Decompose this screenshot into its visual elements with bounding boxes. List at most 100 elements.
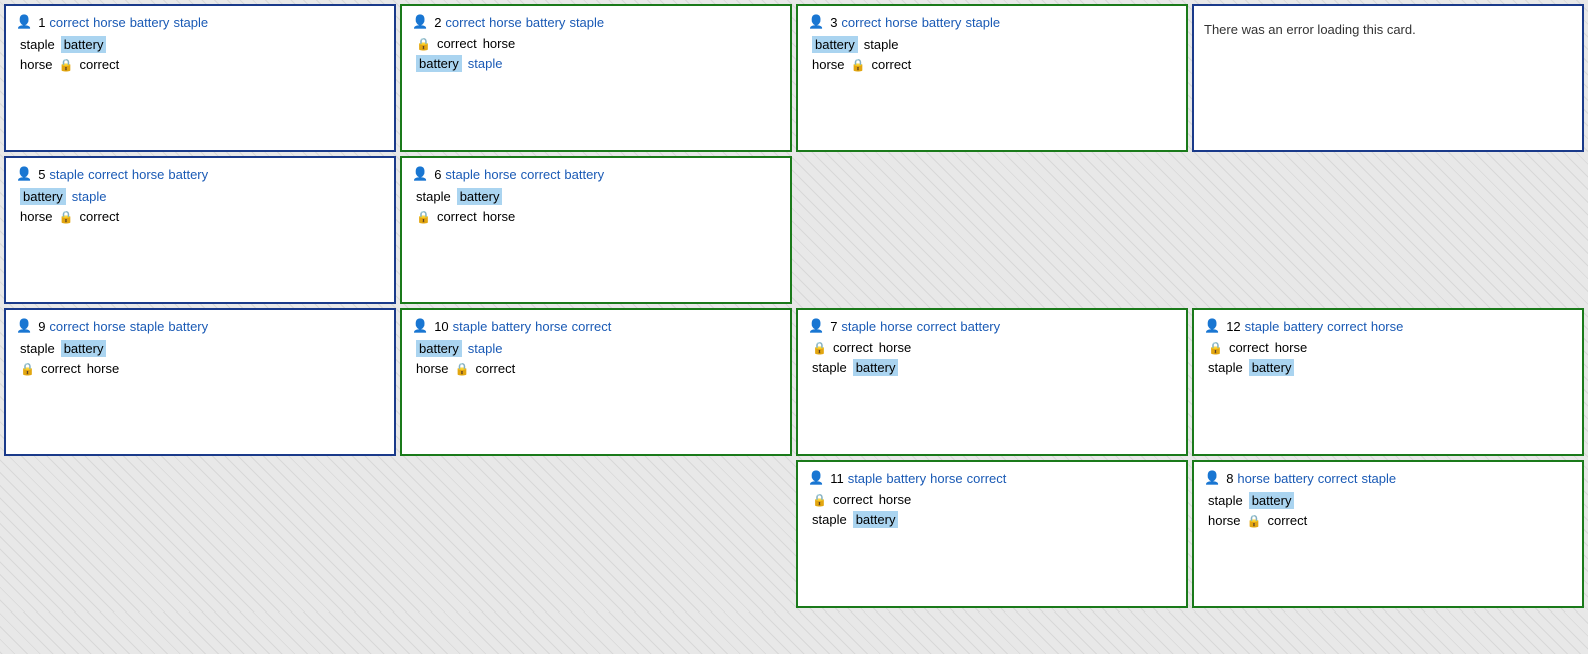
lock-icon: 🔒 bbox=[59, 58, 74, 72]
word-highlight: battery bbox=[457, 188, 503, 205]
header-word: correct bbox=[841, 15, 881, 30]
card-7[interactable]: 👤7staplehorsecorrectbattery🔒correcthorse… bbox=[796, 308, 1188, 456]
card-number: 12 bbox=[1226, 319, 1240, 334]
body-row: horse🔒correct bbox=[20, 209, 384, 224]
body-row: staple battery bbox=[1208, 359, 1572, 376]
card-2[interactable]: 👤 2 correct horse batterystaple 🔒correcthorse… bbox=[400, 4, 792, 152]
card-grid: 👤1correcthorsebatterystaplestaplebattery… bbox=[4, 4, 1584, 608]
word-highlight: battery bbox=[1249, 359, 1295, 376]
card-number: 2 bbox=[434, 15, 441, 30]
lock-icon: 🔒 bbox=[812, 341, 827, 355]
person-icon: 👤 bbox=[412, 166, 428, 182]
person-icon: 👤 bbox=[808, 470, 824, 486]
card-1[interactable]: 👤1correcthorsebatterystaplestaplebattery… bbox=[4, 4, 396, 152]
word-plain: staple bbox=[1208, 360, 1243, 375]
word-plain: horse bbox=[20, 209, 53, 224]
body-row: staplebattery bbox=[416, 188, 780, 205]
card-12[interactable]: 👤12staplebatterycorrecthorse🔒correcthors… bbox=[1192, 308, 1584, 456]
card-number: 1 bbox=[38, 15, 45, 30]
lock-icon: 🔒 bbox=[1247, 514, 1262, 528]
card-body: staplebattery🔒correcthorse bbox=[16, 340, 384, 376]
header-word: horse bbox=[1371, 319, 1404, 334]
error-text: There was an error loading this card. bbox=[1204, 14, 1572, 45]
card-3[interactable]: 👤3correcthorsebatterystaplebatterystaple… bbox=[796, 4, 1188, 152]
card-6[interactable]: 👤6staplehorsecorrectbatterystaplebattery… bbox=[400, 156, 792, 304]
header-word: horse bbox=[535, 319, 568, 334]
body-row: 🔒correcthorse bbox=[416, 36, 780, 51]
lock-icon: 🔒 bbox=[455, 362, 470, 376]
card-error[interactable]: There was an error loading this card. bbox=[1192, 4, 1584, 152]
word-plain: correct bbox=[1267, 513, 1307, 528]
card-header: 👤1correcthorsebatterystaple bbox=[16, 14, 384, 30]
header-word: horse bbox=[885, 15, 918, 30]
word-plain: correct bbox=[437, 36, 477, 51]
body-row: staplebattery bbox=[812, 359, 1176, 376]
body-row: 🔒correcthorse bbox=[1208, 340, 1572, 355]
lock-icon: 🔒 bbox=[812, 493, 827, 507]
card-header: 👤8horsebatterycorrectstaple bbox=[1204, 470, 1572, 486]
card-9[interactable]: 👤9correcthorsestaplebatterystaplebattery… bbox=[4, 308, 396, 456]
body-row: staplebattery bbox=[20, 340, 384, 357]
header-word: staple bbox=[130, 319, 165, 334]
word-plain: horse bbox=[20, 57, 53, 72]
word-plain: horse bbox=[483, 209, 516, 224]
card-header: 👤2correcthorsebatterystaple bbox=[412, 14, 780, 30]
header-word: horse bbox=[93, 319, 126, 334]
person-icon: 👤 bbox=[16, 318, 32, 334]
card-number: 7 bbox=[830, 319, 837, 334]
card-number: 8 bbox=[1226, 471, 1233, 486]
header-word: correct bbox=[967, 471, 1007, 486]
header-word: correct bbox=[88, 167, 128, 182]
empty-placeholder bbox=[796, 156, 1188, 304]
header-word: staple bbox=[453, 319, 488, 334]
word-plain: correct bbox=[79, 57, 119, 72]
card-11[interactable]: 👤11staplebatteryhorsecorrect🔒correcthors… bbox=[796, 460, 1188, 608]
lock-icon: 🔒 bbox=[1208, 341, 1223, 355]
lock-icon: 🔒 bbox=[851, 58, 866, 72]
header-word: horse bbox=[1237, 471, 1270, 486]
word-highlight: battery bbox=[812, 36, 858, 53]
lock-icon: 🔒 bbox=[20, 362, 35, 376]
body-row: staplebattery bbox=[1208, 492, 1572, 509]
body-row: staplebattery bbox=[812, 511, 1176, 528]
header-word: horse bbox=[930, 471, 963, 486]
header-word: battery bbox=[564, 167, 604, 182]
word-plain: horse bbox=[416, 361, 449, 376]
card-body: batterystaplehorse🔒correct bbox=[808, 36, 1176, 72]
card-header: 👤7staplehorsecorrectbattery bbox=[808, 318, 1176, 334]
word-plain: correct bbox=[437, 209, 477, 224]
header-word: staple bbox=[569, 15, 604, 30]
word-plain: horse bbox=[879, 340, 912, 355]
header-word: staple bbox=[1245, 319, 1280, 334]
header-word: horse bbox=[489, 15, 522, 30]
header-word: horse bbox=[132, 167, 165, 182]
person-icon: 👤 bbox=[412, 14, 428, 30]
header-word: battery bbox=[1274, 471, 1314, 486]
word-blue: staple bbox=[468, 341, 503, 356]
word-plain: staple bbox=[812, 512, 847, 527]
card-body: 🔒correcthorsestaplebattery bbox=[808, 492, 1176, 528]
card-body: staplebattery🔒correcthorse bbox=[412, 188, 780, 224]
lock-icon: 🔒 bbox=[59, 210, 74, 224]
word-plain: correct bbox=[833, 492, 873, 507]
header-word: correct bbox=[521, 167, 561, 182]
header-word: staple bbox=[848, 471, 883, 486]
word-plain: correct bbox=[475, 361, 515, 376]
card-10[interactable]: 👤10staplebatteryhorsecorrectbatterystapl… bbox=[400, 308, 792, 456]
word-blue: staple bbox=[72, 189, 107, 204]
word-plain: staple bbox=[812, 360, 847, 375]
word-plain: correct bbox=[41, 361, 81, 376]
card-8[interactable]: 👤8horsebatterycorrectstaplestaplebattery… bbox=[1192, 460, 1584, 608]
card-number: 3 bbox=[830, 15, 837, 30]
body-row: batterystaple bbox=[812, 36, 1176, 53]
body-row: batterystaple bbox=[416, 55, 780, 72]
header-word: battery bbox=[491, 319, 531, 334]
person-icon: 👤 bbox=[1204, 470, 1220, 486]
card-body: staplebatteryhorse🔒correct bbox=[16, 36, 384, 72]
card-5[interactable]: 👤5staplecorrecthorsebatterybatterystaple… bbox=[4, 156, 396, 304]
word-highlight: battery bbox=[20, 188, 66, 205]
card-body: 🔒correcthorsestaplebattery bbox=[808, 340, 1176, 376]
word-plain: horse bbox=[1275, 340, 1308, 355]
header-word: battery bbox=[960, 319, 1000, 334]
body-row: horse 🔒 correct bbox=[416, 361, 780, 376]
